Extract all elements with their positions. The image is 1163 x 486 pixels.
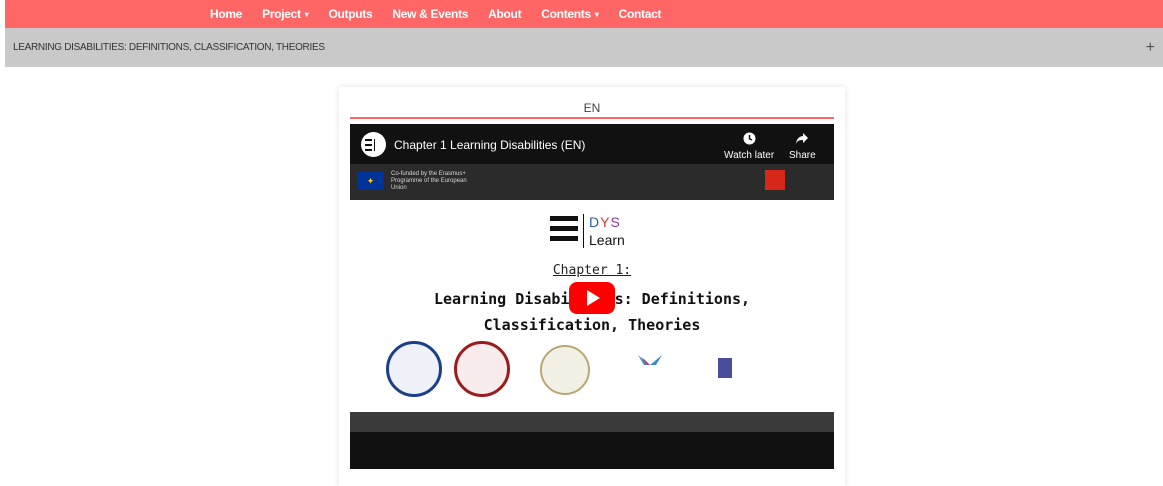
nav-home[interactable]: Home xyxy=(210,7,242,21)
chevron-down-icon: ▾ xyxy=(594,9,599,19)
video-thumbnail: DYS Learn Chapter 1: Learning Disabiliti… xyxy=(350,200,834,412)
slide-title-line2: Classification, Theories xyxy=(483,316,701,334)
nav-project[interactable]: Project ▾ xyxy=(262,7,309,21)
share-button[interactable]: Share xyxy=(789,132,816,161)
partner-logo-klaipeda-icon xyxy=(718,355,798,381)
nav-contact-label: Contact xyxy=(618,7,662,21)
video-header: Chapter 1 Learning Disabilities (EN) Wat… xyxy=(350,124,834,164)
nav-outputs[interactable]: Outputs xyxy=(328,7,372,21)
video-card: EN Chapter 1 Learning Disabilities (EN) … xyxy=(339,87,845,486)
plus-icon[interactable]: + xyxy=(1146,39,1155,57)
partner-logo-dab-icon xyxy=(386,341,442,397)
watch-later-button[interactable]: Watch later xyxy=(724,132,774,161)
youtube-embed[interactable]: Chapter 1 Learning Disabilities (EN) Wat… xyxy=(350,124,834,469)
chapter-text: Chapter 1: xyxy=(552,263,632,278)
partner-logo-icon xyxy=(765,170,785,190)
section-title: LEARNING DISABILITIES: DEFINITIONS, CLAS… xyxy=(13,42,325,53)
nav-project-label: Project xyxy=(262,7,301,21)
video-title[interactable]: Chapter 1 Learning Disabilities (EN) xyxy=(394,138,585,152)
share-icon xyxy=(795,132,809,148)
nav-about[interactable]: About xyxy=(488,7,521,21)
play-icon xyxy=(587,290,600,306)
watch-later-label: Watch later xyxy=(724,150,775,161)
nav-outputs-label: Outputs xyxy=(328,7,373,21)
dys-mark-icon: DYS xyxy=(589,214,621,230)
share-label: Share xyxy=(789,150,816,161)
dyslearn-logo-icon xyxy=(550,216,578,246)
nav-contact[interactable]: Contact xyxy=(619,7,662,21)
nav-about-label: About xyxy=(488,7,522,21)
partner-logo-university-icon xyxy=(454,341,510,397)
chevron-down-icon: ▾ xyxy=(304,9,309,19)
chapter-label: Chapter 1: xyxy=(350,263,834,278)
channel-avatar[interactable] xyxy=(361,132,386,157)
clock-icon xyxy=(743,132,756,148)
accordion-header[interactable]: LEARNING DISABILITIES: DEFINITIONS, CLAS… xyxy=(5,28,1163,67)
logo-divider xyxy=(583,214,584,248)
play-button[interactable] xyxy=(569,282,615,314)
logo-learn-text: Learn xyxy=(589,232,625,248)
video-footer-strip xyxy=(350,412,834,432)
partner-logo-seal-icon xyxy=(540,345,590,395)
partner-logo-wings-icon xyxy=(620,353,680,381)
language-heading: EN xyxy=(350,101,834,119)
nav-home-label: Home xyxy=(210,7,243,21)
nav-contents[interactable]: Contents ▾ xyxy=(541,7,599,21)
nav-contents-label: Contents xyxy=(541,7,591,21)
eu-flag-icon: ✦ xyxy=(357,172,384,190)
eu-cofunded-text: Co-funded by the Erasmus+ Programme of t… xyxy=(391,171,467,191)
klaipeda-crest-icon xyxy=(718,358,732,378)
top-nav: Home Project ▾ Outputs New & Events About… xyxy=(5,0,1163,28)
nav-news-events-label: New & Events xyxy=(392,7,469,21)
nav-news-events[interactable]: New & Events xyxy=(392,7,468,21)
video-footer xyxy=(350,412,834,469)
video-banner: ✦ Co-funded by the Erasmus+ Programme of… xyxy=(350,164,834,200)
